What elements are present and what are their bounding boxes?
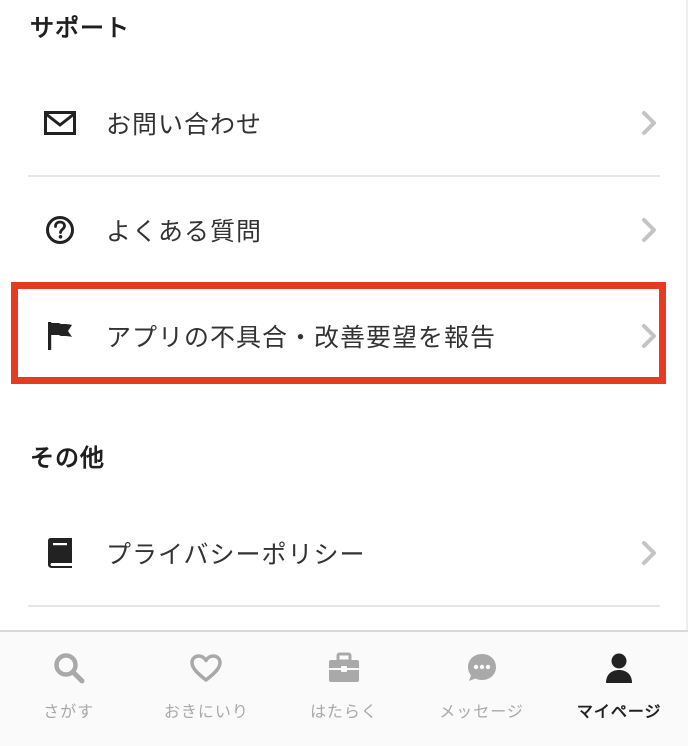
tab-mypage[interactable]: マイページ	[550, 632, 688, 746]
chat-bubble-icon	[464, 650, 500, 686]
tab-label: おきにいり	[163, 702, 249, 721]
briefcase-icon	[326, 650, 362, 686]
tab-label: はたらく	[310, 702, 378, 721]
menu-item-label: よくある質問	[106, 217, 263, 246]
search-icon	[51, 650, 87, 686]
menu-item-privacy-policy[interactable]: プライバシーポリシー	[28, 500, 660, 606]
my-page-screen: サポート お問い合わせ よくある質問 アプリの不具合・改善要望を報告 その他 プ…	[0, 0, 688, 746]
menu-item-label: お問い合わせ	[106, 110, 263, 139]
menu-item-contact[interactable]: お問い合わせ	[28, 70, 660, 176]
section-title-other: その他	[30, 444, 105, 472]
tab-label: メッセージ	[439, 702, 524, 721]
tab-favorites[interactable]: おきにいり	[138, 632, 276, 746]
tab-label: さがす	[43, 702, 95, 721]
tab-label: マイページ	[576, 702, 662, 721]
tab-search[interactable]: さがす	[0, 632, 138, 746]
heart-icon	[188, 650, 224, 686]
section-title-support: サポート	[30, 14, 130, 42]
book-icon	[42, 535, 78, 571]
tab-messages[interactable]: メッセージ	[413, 632, 551, 746]
menu-item-label: プライバシーポリシー	[106, 540, 366, 569]
bottom-tab-bar: さがす おきにいり はたらく メッセージ マイページ	[0, 630, 688, 746]
divider	[28, 605, 660, 607]
envelope-icon	[42, 105, 78, 141]
chevron-right-icon	[638, 215, 660, 245]
tab-work[interactable]: はたらく	[275, 632, 413, 746]
highlight-box	[11, 282, 666, 384]
question-circle-icon	[42, 212, 78, 248]
person-icon	[601, 650, 637, 686]
chevron-right-icon	[638, 108, 660, 138]
menu-item-faq[interactable]: よくある質問	[28, 177, 660, 283]
chevron-right-icon	[638, 538, 660, 568]
